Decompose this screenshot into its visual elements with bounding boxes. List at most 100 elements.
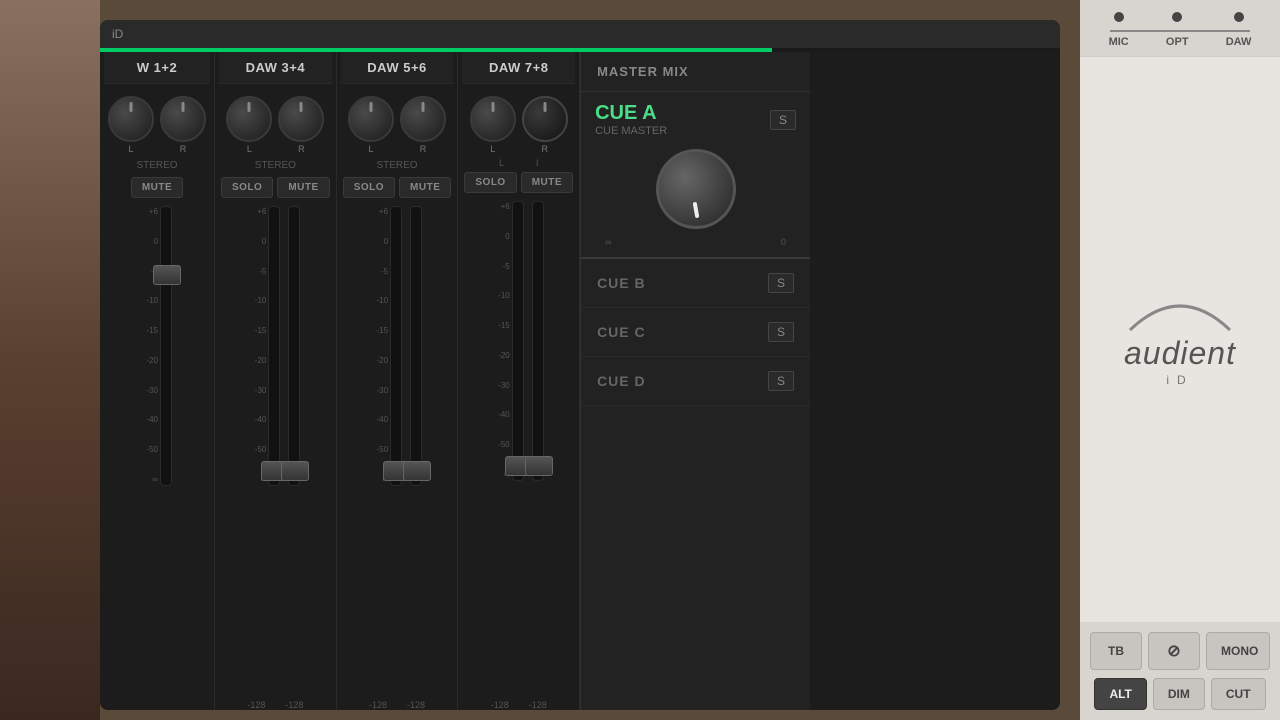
channel-2-fader-scale: +6 0 -5 -10 -15 -20 -30 -40 -50 ∞ [250, 206, 266, 486]
knob-3l[interactable] [348, 96, 394, 142]
channel-1: W 1+2 L R STEREO MUTE [100, 52, 215, 710]
knob-1l[interactable] [108, 96, 154, 142]
app-window: iD W 1+2 L [100, 20, 1060, 710]
cue-d-label: CUE D [597, 373, 646, 389]
audient-arc-svg [1120, 292, 1240, 332]
channel-3r-fader-scale-wrap [406, 206, 422, 486]
channel-3-mute[interactable]: MUTE [399, 177, 451, 198]
dim-button[interactable]: DIM [1153, 678, 1205, 710]
channel-2-fader-area: +6 0 -5 -10 -15 -20 -30 -40 -50 ∞ [248, 202, 302, 698]
title-bar: iD [100, 20, 1060, 48]
opt-dot[interactable] [1172, 12, 1182, 22]
btn-row-2: ALT DIM CUT [1090, 678, 1270, 710]
cue-b-s-button[interactable]: S [768, 273, 794, 293]
phase-button[interactable]: ⊘ [1148, 632, 1200, 670]
right-panel: MASTER MIX CUE A CUE MASTER S [580, 52, 810, 710]
app-title: iD [112, 27, 123, 41]
btn-row-1: TB ⊘ MONO [1090, 632, 1270, 670]
channel-1-fader-with-scale: +6 0 -5 -10 -15 -20 -30 -40 -50 ∞ [142, 206, 172, 486]
daw-dot[interactable] [1234, 12, 1244, 22]
channel-3-solo[interactable]: SOLO [343, 177, 395, 198]
cue-a-s-button[interactable]: S [770, 110, 796, 130]
channel-2r-fader-handle[interactable] [281, 461, 309, 481]
channel-3-val-l: -128 [369, 700, 387, 710]
audient-logo: audient iD [1120, 292, 1240, 387]
source-opt: OPT [1166, 12, 1189, 48]
cue-d-s-button[interactable]: S [768, 371, 794, 391]
channel-4-solo[interactable]: SOLO [464, 172, 516, 193]
channel-3: DAW 5+6 L R STEREO SOLO [337, 52, 459, 710]
channel-1-fader-track[interactable] [160, 206, 172, 486]
channel-4r-fader-track[interactable] [532, 201, 544, 481]
cue-a-section: CUE A CUE MASTER S ∞ 0 [581, 92, 810, 259]
mic-dot[interactable] [1114, 12, 1124, 22]
cue-master-knob-wrap [595, 141, 796, 237]
knob-4l[interactable] [470, 96, 516, 142]
channel-4-fader-scale-wrap: +6 0 -5 -10 -15 -20 -30 -40 -50 ∞ [494, 201, 524, 481]
channel-4: DAW 7+8 L R L I [458, 52, 580, 710]
opt-label: OPT [1166, 36, 1189, 48]
mono-button[interactable]: MONO [1206, 632, 1270, 670]
channel-3-fader-scale-wrap: +6 0 -5 -10 -15 -20 -30 -40 -50 ∞ [372, 206, 402, 486]
channel-2-mute[interactable]: MUTE [277, 177, 329, 198]
cue-b-section: CUE B S [581, 259, 810, 308]
knob-3r[interactable] [400, 96, 446, 142]
channel-4l-fader-track[interactable] [512, 201, 524, 481]
cue-scale-max: 0 [781, 237, 786, 247]
channel-3r-fader-track[interactable] [410, 206, 422, 486]
bottom-buttons: TB ⊘ MONO ALT DIM CUT [1080, 622, 1280, 720]
cue-scale-min: ∞ [605, 237, 611, 247]
channel-3r-fader-handle[interactable] [403, 461, 431, 481]
channel-4-mute[interactable]: MUTE [521, 172, 573, 193]
channel-4-header: DAW 7+8 [462, 52, 575, 84]
main-content: W 1+2 L R STEREO MUTE [100, 52, 1060, 710]
knob-1r[interactable] [160, 96, 206, 142]
knob-wrap-2l: L [226, 96, 272, 154]
alt-button[interactable]: ALT [1094, 678, 1146, 710]
cue-c-section: CUE C S [581, 308, 810, 357]
knob-wrap-3l: L [348, 96, 394, 154]
audient-logo-area: audient iD [1120, 57, 1240, 622]
cue-a-title-group: CUE A CUE MASTER [595, 102, 667, 137]
channel-3-fader-scale: +6 0 -5 -10 -15 -20 -30 -40 -50 ∞ [372, 206, 388, 486]
channel-2r-fader-track[interactable] [288, 206, 300, 486]
cue-knob-scale: ∞ 0 [595, 237, 796, 247]
channel-1-buttons: MUTE [104, 173, 210, 202]
channel-2r-fader-scale-wrap [284, 206, 300, 486]
channel-4r-fader-handle[interactable] [525, 456, 553, 476]
knob-wrap-2r: R [278, 96, 324, 154]
channel-2-val-l: -128 [247, 700, 265, 710]
channel-3-header: DAW 5+6 [341, 52, 454, 84]
cue-c-s-button[interactable]: S [768, 322, 794, 342]
channel-3-val-r: -128 [407, 700, 425, 710]
channel-4-fader-area: +6 0 -5 -10 -15 -20 -30 -40 -50 ∞ [492, 197, 546, 698]
channel-3-stereo: STEREO [341, 158, 454, 173]
master-mix-header: MASTER MIX [581, 52, 810, 92]
channel-1-fader-scale: +6 0 -5 -10 -15 -20 -30 -40 -50 ∞ [142, 206, 158, 486]
channel-2-fader-scale-wrap: +6 0 -5 -10 -15 -20 -30 -40 -50 ∞ [250, 206, 280, 486]
channel-1-mute[interactable]: MUTE [131, 177, 183, 198]
cut-button[interactable]: CUT [1211, 678, 1266, 710]
channel-4-val-l: -128 [491, 700, 509, 710]
knob-2r[interactable] [278, 96, 324, 142]
cue-c-label: CUE C [597, 324, 646, 340]
channel-1-fader-handle[interactable] [153, 265, 181, 285]
knob-wrap-1r: R [160, 96, 206, 154]
channel-2-header: DAW 3+4 [219, 52, 332, 84]
audient-id: iD [1120, 373, 1240, 387]
channel-4-knobs: L R [466, 84, 572, 158]
audient-panel: MIC OPT DAW audient iD TB ⊘ MONO [1080, 0, 1280, 720]
channel-3l-fader-track[interactable] [390, 206, 402, 486]
knob-2l[interactable] [226, 96, 272, 142]
channel-2-stereo: STEREO [219, 158, 332, 173]
mic-label: MIC [1109, 36, 1129, 48]
knob-4r[interactable] [522, 96, 568, 142]
knob-wrap-4l: L [470, 96, 516, 154]
daw-label: DAW [1226, 36, 1252, 48]
source-selector: MIC OPT DAW [1080, 0, 1280, 57]
channel-2-solo[interactable]: SOLO [221, 177, 273, 198]
audient-name: audient [1120, 337, 1240, 369]
cue-master-knob[interactable] [656, 149, 736, 229]
tb-button[interactable]: TB [1090, 632, 1142, 670]
channel-2l-fader-track[interactable] [268, 206, 280, 486]
